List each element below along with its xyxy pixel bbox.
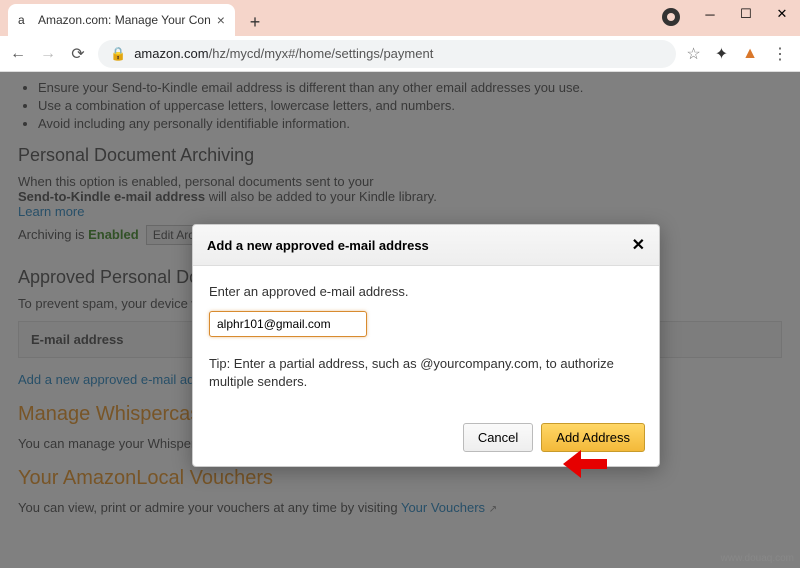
window-maximize-button[interactable]: ☐ — [728, 0, 764, 28]
approved-email-input[interactable] — [209, 311, 367, 337]
watermark: www.douaq.com — [721, 553, 794, 564]
address-bar: ← → ⟳ 🔒 amazon.com/hz/mycd/myx#/home/set… — [0, 36, 800, 72]
new-tab-button[interactable]: + — [241, 8, 269, 36]
extension-fox-icon[interactable]: ▲ — [742, 45, 758, 63]
window-close-button[interactable]: ✕ — [764, 0, 800, 28]
annotation-arrow-icon — [563, 450, 611, 478]
cancel-button[interactable]: Cancel — [463, 423, 533, 452]
tab-title: Amazon.com: Manage Your Con — [38, 13, 211, 27]
add-address-button[interactable]: Add Address — [541, 423, 645, 452]
add-email-modal: Add a new approved e-mail address ✕ Ente… — [192, 224, 660, 467]
modal-tip: Tip: Enter a partial address, such as @y… — [209, 355, 643, 391]
window-minimize-button[interactable]: ─ — [692, 0, 728, 28]
menu-icon[interactable]: ⋮ — [772, 44, 788, 64]
reload-button[interactable]: ⟳ — [68, 44, 88, 64]
close-icon[interactable]: ✕ — [632, 235, 645, 255]
modal-title: Add a new approved e-mail address — [207, 238, 429, 253]
amazon-favicon: a — [18, 13, 32, 27]
extensions-icon[interactable]: ✦ — [715, 44, 728, 64]
close-tab-icon[interactable]: × — [217, 12, 225, 28]
lock-icon: 🔒 — [110, 46, 126, 62]
url-field[interactable]: 🔒 amazon.com/hz/mycd/myx#/home/settings/… — [98, 40, 676, 68]
star-icon[interactable]: ☆ — [686, 44, 700, 64]
back-button[interactable]: ← — [8, 44, 28, 64]
modal-prompt: Enter an approved e-mail address. — [209, 284, 643, 299]
browser-tab[interactable]: a Amazon.com: Manage Your Con × — [8, 4, 235, 36]
profile-badge-icon[interactable] — [662, 8, 680, 26]
url-host: amazon.com — [134, 46, 208, 61]
forward-button[interactable]: → — [38, 44, 58, 64]
url-path: /hz/mycd/myx#/home/settings/payment — [209, 46, 434, 61]
